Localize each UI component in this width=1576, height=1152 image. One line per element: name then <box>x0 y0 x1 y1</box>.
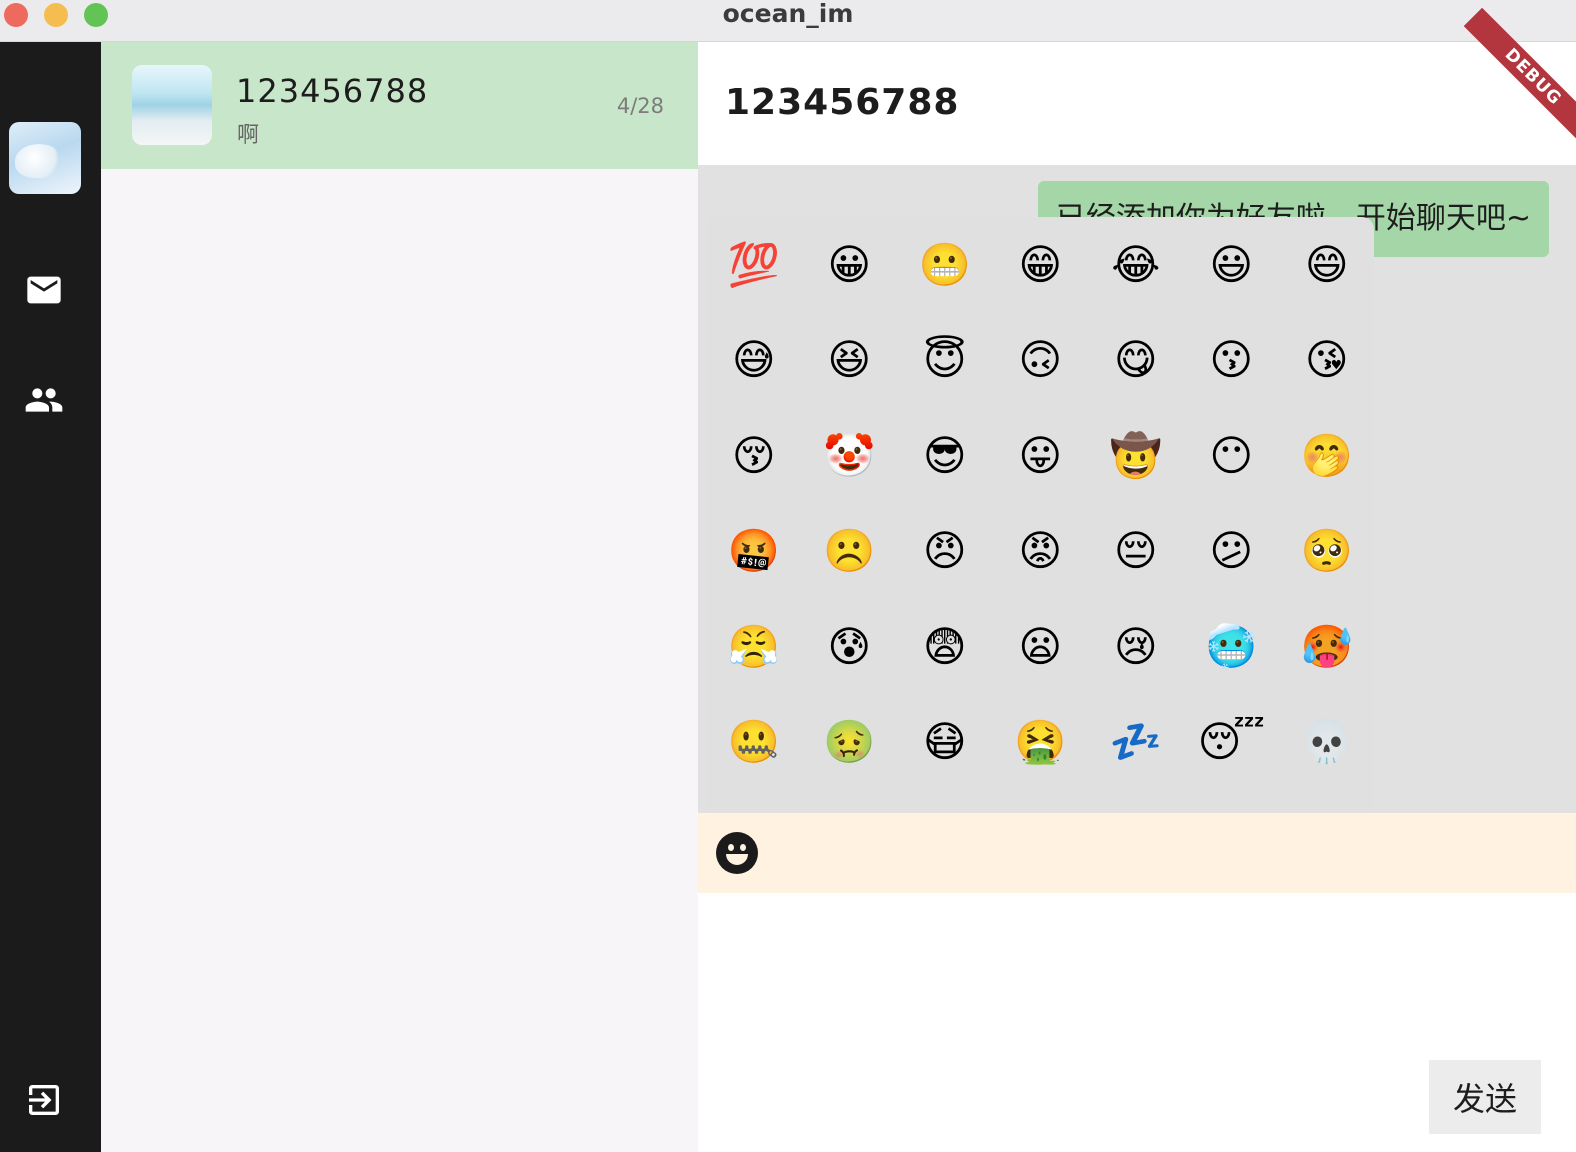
emoji-cell[interactable]: 😕 <box>1184 504 1280 600</box>
conversation-name: 123456788 <box>236 72 429 110</box>
emoji-cell[interactable]: 🤭 <box>1279 408 1375 504</box>
mail-icon[interactable] <box>22 268 66 312</box>
emoji-cell[interactable]: 😡 <box>993 504 1089 600</box>
emoji-cell[interactable]: 🙃 <box>993 313 1089 409</box>
chat-panel: 123456788 DEBUG 已经添加你为好友啦，开始聊天吧~ 💯😀😬😁😂😃😄… <box>698 7 1576 1152</box>
emoji-cell[interactable]: 😀 <box>802 217 898 313</box>
people-icon[interactable] <box>22 378 66 422</box>
emoji-cell[interactable]: 😆 <box>802 313 898 409</box>
emoji-cell[interactable]: 😔 <box>1088 504 1184 600</box>
emoji-toggle-icon[interactable] <box>716 832 758 874</box>
emoji-cell[interactable]: 💀 <box>1279 695 1375 791</box>
emoji-cell[interactable]: 😷 <box>897 695 993 791</box>
emoji-cell[interactable]: 😋 <box>1088 313 1184 409</box>
emoji-cell[interactable]: 🥵 <box>1279 599 1375 695</box>
send-button[interactable]: 发送 <box>1429 1060 1541 1134</box>
message-input[interactable]: 发送 <box>698 893 1576 1152</box>
conversation-date: 4/28 <box>616 94 664 118</box>
emoji-cell[interactable]: ☹️ <box>802 504 898 600</box>
emoji-cell[interactable]: 😄 <box>1279 217 1375 313</box>
emoji-cell[interactable]: 🤬 <box>706 504 802 600</box>
emoji-cell[interactable]: 😃 <box>1184 217 1280 313</box>
emoji-cell[interactable]: 🥶 <box>1184 599 1280 695</box>
emoji-cell[interactable]: 😦 <box>993 599 1089 695</box>
conversation-last-message: 啊 <box>237 123 260 148</box>
emoji-cell[interactable]: 😤 <box>706 599 802 695</box>
chat-header: 123456788 DEBUG <box>698 7 1576 165</box>
emoji-cell[interactable]: 😂 <box>1088 217 1184 313</box>
emoji-picker: 💯 😀 😬 😁 😂 😃 😄 😅 😆 😇 🙃 😋 😗 😘 😚 🤡 😎 😛 🤠 😶 🤭 🤬 ☹️ 😠 😡 😔 😕 🥺 😤 😰 😨 😦 😢 🥶 🥵 🤐 🤢 😷 🤮… <box>706 217 1374 813</box>
emoji-cell[interactable]: 🤠 <box>1088 408 1184 504</box>
emoji-cell[interactable]: 😁 <box>993 217 1089 313</box>
emoji-cell[interactable]: 😰 <box>802 599 898 695</box>
emoji-cell[interactable]: 😬 <box>897 217 993 313</box>
conversation-list: 123456788 啊 4/28 <box>101 42 698 1152</box>
emoji-cell[interactable]: 😇 <box>897 313 993 409</box>
chat-title: 123456788 <box>725 82 960 123</box>
emoji-cell[interactable]: 😎 <box>897 408 993 504</box>
logout-icon[interactable] <box>22 1078 66 1122</box>
conversation-item[interactable]: 123456788 啊 4/28 <box>101 42 698 169</box>
emoji-cell[interactable]: 😠 <box>897 504 993 600</box>
emoji-cell[interactable]: 😨 <box>897 599 993 695</box>
emoji-cell[interactable]: 😛 <box>993 408 1089 504</box>
emoji-cell[interactable]: 🤐 <box>706 695 802 791</box>
emoji-cell[interactable]: 🥺 <box>1279 504 1375 600</box>
message-area[interactable]: 已经添加你为好友啦，开始聊天吧~ 💯😀😬😁😂😃😄😅😆😇🙃😋😗😘😚🤡😎😛🤠😶🤭🤬☹… <box>698 165 1576 813</box>
emoji-cell[interactable]: 😘 <box>1279 313 1375 409</box>
conversation-avatar <box>132 65 212 145</box>
emoji-cell[interactable]: 😚 <box>706 408 802 504</box>
user-avatar[interactable] <box>9 122 81 194</box>
emoji-cell[interactable]: 😅 <box>706 313 802 409</box>
emoji-cell[interactable]: 🤮 <box>993 695 1089 791</box>
emoji-cell[interactable]: 💤 <box>1088 695 1184 791</box>
emoji-cell[interactable]: 🤡 <box>802 408 898 504</box>
window-title: ocean_im <box>722 0 854 28</box>
emoji-cell[interactable]: 💯 <box>706 217 802 313</box>
emoji-cell[interactable]: 🤢 <box>802 695 898 791</box>
window-titlebar: ocean_im <box>0 0 1576 42</box>
emoji-cell[interactable]: 😢 <box>1088 599 1184 695</box>
emoji-cell[interactable]: 😶 <box>1184 408 1280 504</box>
nav-rail <box>0 42 101 1152</box>
emoji-cell[interactable]: 😗 <box>1184 313 1280 409</box>
input-toolbar <box>698 813 1576 893</box>
emoji-cell[interactable]: 😴 <box>1184 695 1280 791</box>
